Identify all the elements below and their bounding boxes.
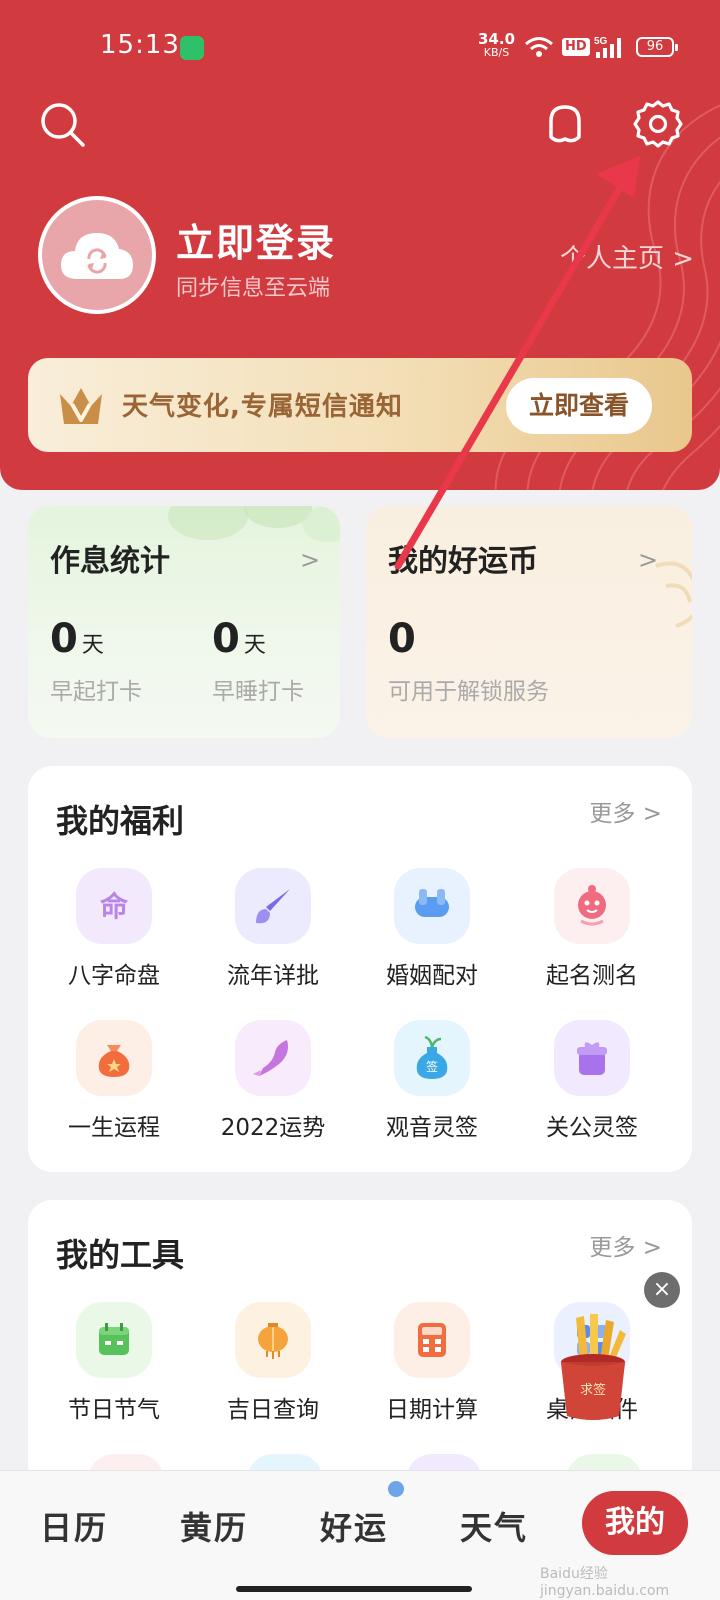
chevron-right-icon: > (300, 546, 321, 574)
calendar-icon (76, 1302, 152, 1378)
fate-chart-icon: 命 (76, 868, 152, 944)
status-bar: 15:13 34.0 KB/S HD 5G 96 (0, 0, 720, 96)
bottom-tab-bar: 日历 黄历 好运 天气 我的 Baidu经验 jingyan.baidu.com (0, 1470, 720, 1600)
network-type: 5G (594, 36, 608, 47)
grid-label: 节日节气 (68, 1397, 160, 1423)
gift-box-icon (554, 1020, 630, 1096)
vip-sms-banner[interactable]: 天气变化,专属短信通知 立即查看 (28, 358, 692, 452)
app-notification-icon (180, 36, 204, 60)
settings-button[interactable] (630, 96, 686, 152)
notification-button[interactable] (536, 96, 592, 152)
battery-indicator: 96 (636, 37, 678, 57)
tab-calendar[interactable]: 日历 (40, 1503, 108, 1549)
welfare-item-marriage[interactable]: 婚姻配对 (352, 868, 512, 990)
lantern-icon (235, 1302, 311, 1378)
welfare-title: 我的福利 (56, 802, 185, 840)
wifi-icon (525, 37, 553, 57)
grid-label: 婚姻配对 (386, 963, 478, 989)
grid-label: 观音灵签 (386, 1115, 478, 1141)
welfare-item-bazi[interactable]: 命 八字命盘 (34, 868, 194, 990)
bell-icon (549, 105, 581, 143)
home-indicator[interactable] (236, 1586, 472, 1592)
search-icon (41, 103, 85, 147)
baby-face-icon (554, 868, 630, 944)
login-title[interactable]: 立即登录 (176, 212, 336, 267)
login-subtitle: 同步信息至云端 (176, 276, 331, 301)
lucky-bag-icon (76, 1020, 152, 1096)
signal-icon: 5G (594, 36, 621, 58)
personal-homepage-link[interactable]: 个人主页 > (560, 238, 694, 275)
lucky-coin-card[interactable]: 我的好运币 > 0 可用于解锁服务 (366, 506, 692, 738)
grid-label: 吉日查询 (227, 1397, 319, 1423)
welfare-more-link[interactable]: 更多 > (589, 794, 662, 828)
svg-text:命: 命 (100, 890, 129, 923)
tab-almanac[interactable]: 黄历 (180, 1503, 248, 1549)
vase-icon: 签 (394, 1020, 470, 1096)
grid-label: 八字命盘 (68, 963, 160, 989)
tools-more-link[interactable]: 更多 > (589, 1228, 662, 1262)
marriage-pair-icon (394, 868, 470, 944)
welfare-item-yearly[interactable]: 流年详批 (193, 868, 353, 990)
welfare-item-guanyin[interactable]: 签 观音灵签 (352, 1020, 512, 1142)
vip-crown-icon (60, 388, 102, 424)
close-float-button[interactable]: × (644, 1272, 680, 1308)
tools-title: 我的工具 (56, 1236, 185, 1274)
grid-label: 一生运程 (68, 1115, 160, 1141)
tab-weather[interactable]: 天气 (460, 1503, 528, 1549)
lucky-coin-label: 可用于解锁服务 (388, 679, 549, 705)
watermark: Baidu经验 jingyan.baidu.com (540, 1566, 670, 1599)
grid-label: 起名测名 (546, 963, 638, 989)
grid-label: 日期计算 (386, 1397, 478, 1423)
early-rise-label: 早起打卡 (50, 679, 142, 705)
early-sleep-count: 0天 (212, 616, 266, 662)
welfare-item-guangong[interactable]: 关公灵签 (512, 1020, 672, 1142)
status-time: 15:13 (100, 30, 180, 60)
network-speed: 34.0 KB/S (478, 30, 516, 60)
tool-item-date-calc[interactable]: 日期计算 (352, 1302, 512, 1424)
early-rise-count: 0天 (50, 616, 104, 662)
welfare-section: 我的福利 更多 > 命 八字命盘 流年详批 婚姻配对 起名测名 一生运程 202… (28, 766, 692, 1172)
svg-text:签: 签 (426, 1059, 438, 1074)
tab-mine[interactable]: 我的 (582, 1491, 688, 1555)
grid-label: 流年详批 (227, 963, 319, 989)
avatar[interactable] (38, 196, 156, 314)
grid-label: 关公灵签 (546, 1115, 638, 1141)
grid-label: 2022运势 (220, 1115, 326, 1141)
calculator-icon (394, 1302, 470, 1378)
early-sleep-label: 早睡打卡 (212, 679, 304, 705)
chevron-right-icon: > (638, 546, 659, 574)
tool-item-festivals[interactable]: 节日节气 (34, 1302, 194, 1424)
vip-banner-text: 天气变化,专属短信通知 (122, 392, 403, 422)
sleep-stats-title: 作息统计 (50, 544, 170, 579)
profile-header: 15:13 34.0 KB/S HD 5G 96 立即登录 同步信息至云端 个人… (0, 0, 720, 490)
lucky-coin-balance: 0 (388, 616, 416, 662)
welfare-item-2022[interactable]: 2022运势 (193, 1020, 353, 1142)
tool-item-auspicious-day[interactable]: 吉日查询 (193, 1302, 353, 1424)
fortune-stick-label: 求签 (580, 1382, 606, 1398)
welfare-item-lifetime[interactable]: 一生运程 (34, 1020, 194, 1142)
tab-good-luck[interactable]: 好运 (320, 1503, 388, 1549)
brush-icon (235, 868, 311, 944)
sleep-stats-card[interactable]: 作息统计 > 0天 早起打卡 0天 早睡打卡 (28, 506, 340, 738)
fortune-stick-bucket-icon[interactable]: 求签 (558, 1312, 628, 1422)
view-now-button[interactable]: 立即查看 (506, 378, 652, 434)
cloud-sync-icon (61, 233, 133, 279)
welfare-item-naming[interactable]: 起名测名 (512, 868, 672, 990)
hd-badge: HD (562, 38, 590, 56)
notification-dot (388, 1481, 404, 1497)
search-button[interactable] (34, 96, 90, 152)
gear-icon (633, 100, 683, 148)
lucky-coin-title: 我的好运币 (388, 544, 538, 579)
dolphin-icon (235, 1020, 311, 1096)
